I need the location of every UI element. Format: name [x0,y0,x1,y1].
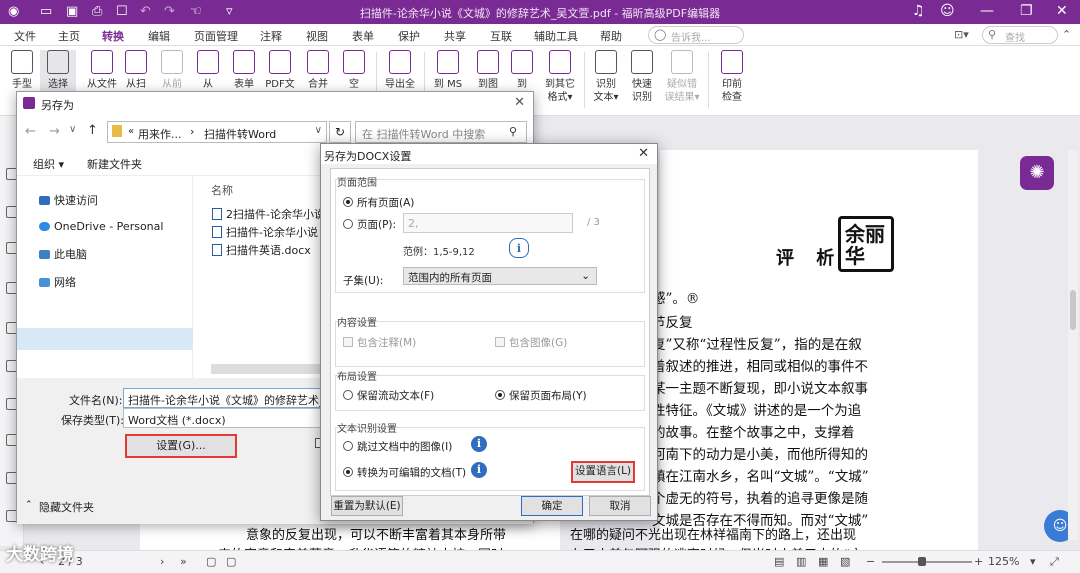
page-range-title: 页面范围 [337,178,377,189]
watermark: 大数跨境 [6,545,74,565]
docx-title: 另存为DOCX设置 [324,150,412,163]
nav-selection [17,328,193,350]
info-icon[interactable]: i [471,462,487,478]
skip-images-radio[interactable]: 跳过文档中的图像(I) [343,439,452,454]
hide-folders-toggle[interactable]: 隐藏文件夹 [39,499,94,515]
folder-search-input[interactable]: 在 扫描件转Word 中搜索 [355,121,527,143]
star-icon [39,196,50,205]
navigation-pane: 快速访问 OneDrive - Personal 此电脑 网络 [17,176,193,378]
single-page-icon[interactable]: ▤ [774,555,784,568]
docx-settings-dialog: 另存为DOCX设置 ✕ 页面范围 所有页面(A) 页面(P): 2, / 3 范… [320,143,658,521]
set-language-button[interactable]: 设置语言(L) [571,461,635,483]
layout-settings-title: 布局设置 [337,372,377,383]
cancel-button[interactable]: 取消 [589,496,651,516]
reset-default-button[interactable]: 重置为默认(E) [331,496,403,516]
address-bar[interactable]: « 用来作... › 扫描件转Word ∨ [107,121,327,143]
range-hint: 范例：1,5-9,12 [403,247,475,258]
new-folder-button[interactable]: 新建文件夹 [87,156,142,172]
keep-layout-radio[interactable]: 保留页面布局(Y) [495,388,587,403]
address-dropdown-icon[interactable]: ∨ [315,125,322,136]
ocr-settings-title: 文本识别设置 [337,424,397,435]
folder-icon [112,125,122,137]
column-name-header[interactable]: 名称 [211,182,233,198]
keep-flow-radio[interactable]: 保留流动文本(F) [343,388,434,403]
close-icon[interactable]: ✕ [638,146,649,161]
save-type-select[interactable]: Word文档 (*.docx) [123,408,323,428]
forward-icon[interactable]: → [49,124,60,139]
nav-this-pc[interactable]: 此电脑 [39,246,87,262]
organize-menu[interactable]: 组织 ▾ [33,156,64,172]
up-icon[interactable]: ↑ [87,123,98,138]
save-as-header: 另存为 ✕ [17,92,533,116]
word-file-icon [212,226,222,238]
last-page-icon[interactable]: » [180,555,187,568]
dropdown-arrow-icon: ⌄ [581,270,590,282]
next-page-icon[interactable]: › [160,555,164,568]
page-view-icon[interactable]: ▢ [206,555,216,568]
collapse-icon[interactable]: ⌃ [25,500,33,510]
pages-input[interactable]: 2, [403,213,573,233]
content-settings-title: 内容设置 [337,318,377,329]
page-view2-icon[interactable]: ▢ [226,555,236,568]
horizontal-scrollbar[interactable] [211,364,323,374]
info-icon[interactable]: i [509,238,529,258]
recent-dropdown-icon[interactable]: ∨ [69,124,76,135]
include-images-checkbox[interactable]: 包含图像(G) [495,335,567,350]
close-icon[interactable]: ✕ [514,95,525,110]
include-comments-checkbox[interactable]: 包含注释(M) [343,335,416,350]
zoom-in-icon[interactable]: + [974,555,983,568]
settings-button[interactable]: 设置(G)... [125,434,237,458]
subset-select[interactable]: 范围内的所有页面 ⌄ [403,267,597,285]
convert-editable-radio[interactable]: 转换为可编辑的文档(T) [343,465,466,480]
docx-panel: 页面范围 所有页面(A) 页面(P): 2, / 3 范例：1,5-9,12 i… [330,168,650,496]
save-type-label: 保存类型(T): [61,414,125,427]
zoom-dropdown-icon[interactable]: ▾ [1030,555,1036,568]
all-pages-radio[interactable]: 所有页面(A) [343,195,414,210]
ok-button[interactable]: 确定 [521,496,583,516]
subset-label: 子集(U): [343,275,384,287]
file-item[interactable]: 2扫描件-论余华小说《 [212,206,336,222]
zoom-out-icon[interactable]: − [866,555,875,568]
file-name-label: 文件名(N): [69,394,123,407]
pages-radio[interactable]: 页面(P): [343,217,396,232]
refresh-button[interactable]: ↻ [329,121,351,143]
cloud-icon [39,222,50,231]
word-file-icon [212,244,222,256]
nav-network[interactable]: 网络 [39,274,76,290]
nav-onedrive[interactable]: OneDrive - Personal [39,220,163,233]
search-icon: ⚲ [509,125,518,138]
save-as-title: 另存为 [41,99,74,112]
file-name-input[interactable]: 扫描件-论余华小说《文城》的修辞艺术_吴文萱 [123,388,323,408]
back-icon[interactable]: ← [25,124,36,139]
app-icon [23,97,35,109]
info-icon[interactable]: i [471,436,487,452]
nav-quick-access[interactable]: 快速访问 [39,192,98,208]
continuous-icon[interactable]: ▥ [796,555,806,568]
file-item[interactable]: 扫描件英语.docx [212,242,311,258]
breadcrumb-item[interactable]: 扫描件转Word [204,126,276,142]
word-file-icon [212,208,222,220]
pages-total: / 3 [587,217,600,228]
file-item[interactable]: 扫描件-论余华小说《 [212,224,329,240]
computer-icon [39,250,50,259]
docx-header: 另存为DOCX设置 ✕ [321,144,657,164]
network-icon [39,278,50,287]
zoom-slider-knob[interactable] [918,557,926,566]
two-page-icon[interactable]: ▦ [818,555,828,568]
zoom-slider[interactable] [882,561,972,563]
two-page-cont-icon[interactable]: ▧ [840,555,850,568]
zoom-level[interactable]: 125% [988,555,1019,568]
fullscreen-icon[interactable]: ⤢ [1050,555,1059,569]
breadcrumb-item[interactable]: 用来作... [138,126,182,142]
